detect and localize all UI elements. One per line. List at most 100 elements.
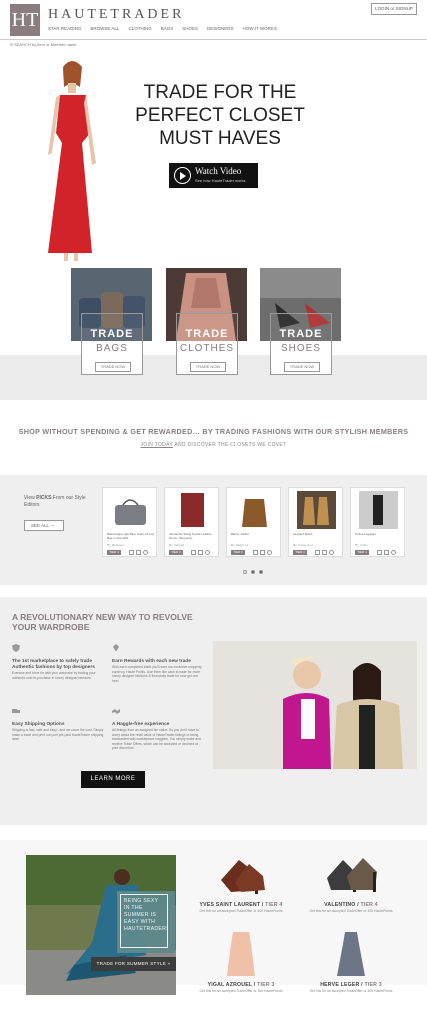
summer-text: BEING SEXY IN THE SUMMER IS EASY WITH HA… <box>120 894 168 948</box>
search-icon: ⚲ <box>10 42 13 47</box>
truck-icon <box>12 709 20 713</box>
shoe-image <box>327 858 377 892</box>
hero-headline: TRADE FOR THE PERFECT CLOSET MUST HAVES <box>135 82 305 149</box>
tier-badge: TIER 4 <box>107 550 121 555</box>
product-subtext: Get this for an accepted TradeOffer or 4… <box>199 909 283 913</box>
trade-icon[interactable] <box>377 550 382 555</box>
hero-model-image <box>48 61 96 261</box>
watch-video-title: Watch Video <box>195 166 242 176</box>
hero-section: TRADE FOR THE PERFECT CLOSET MUST HAVES … <box>0 49 427 269</box>
picks-label: View PICKS From our Style Editors <box>24 495 86 508</box>
tier-badge: TIER 3 <box>231 550 245 555</box>
main-nav: STAR READING BROWSE ALL CLOTHING BAGS SH… <box>48 26 277 31</box>
tier-badge: TIER 3 <box>169 550 183 555</box>
category-card: TRADE SHOES TRADE NOW <box>270 313 332 375</box>
product-herve-leger[interactable]: HERVE LEGER / TIER 3 Get this for an acc… <box>306 930 396 993</box>
pick-card[interactable]: Blazer Jacket By: Ralph La TIER 3 <box>226 487 281 557</box>
features-title: A REVOLUTIONARY NEW WAY TO REVOLVE YOUR … <box>12 612 193 632</box>
product-ysl[interactable]: YVES SAINT LAURENT / TIER 4 Get this for… <box>196 850 286 913</box>
product-name: YIGAL AZROUEL / TIER 3 <box>207 982 275 988</box>
bag-icon[interactable] <box>260 550 265 555</box>
nav-how-it-works[interactable]: HOW IT WORKS <box>243 26 277 31</box>
nav-browse-all[interactable]: BROWSE ALL <box>90 26 119 31</box>
carousel-dot-active[interactable] <box>251 570 255 574</box>
heart-icon[interactable] <box>267 550 272 555</box>
site-header: HT HAUTETRADER LOGIN or SIGNUP STAR READ… <box>0 0 427 40</box>
category-clothes[interactable]: TRADE CLOTHES TRADE NOW <box>166 268 247 375</box>
pick-image <box>359 491 398 529</box>
watch-video-subtitle: See how HauteTrader works <box>195 178 246 183</box>
product-name: HERVE LEGER / TIER 3 <box>320 982 382 988</box>
shoe-image <box>221 860 265 894</box>
bag-icon[interactable] <box>198 550 203 555</box>
trade-icon[interactable] <box>129 550 134 555</box>
pick-image <box>181 493 204 527</box>
features-section: A REVOLUTIONARY NEW WAY TO REVOLVE YOUR … <box>0 597 427 825</box>
promo-subtitle-text: AND DISCOVER THE CLOSETS WE COVET <box>172 442 287 448</box>
pick-card[interactable]: Alexander Wang Suede Leather Dress - Bur… <box>164 487 219 557</box>
login-signup-button[interactable]: LOGIN or SIGNUP <box>371 3 417 15</box>
nav-bags[interactable]: BAGS <box>161 26 174 31</box>
pick-member: By: Bettyrem <box>107 543 125 547</box>
watch-video-button[interactable]: Watch Video See how HauteTrader works <box>169 163 258 188</box>
pick-card[interactable]: Leopard Boots By: Chavonnet TIER 4 <box>288 487 343 557</box>
nav-star-reading[interactable]: STAR READING <box>48 26 81 31</box>
nav-clothing[interactable]: CLOTHING <box>128 26 151 31</box>
heart-icon[interactable] <box>391 550 396 555</box>
pick-member: By: Collin <box>355 543 368 547</box>
tier-badge: TIER 4 <box>293 550 307 555</box>
bag-icon[interactable] <box>136 550 141 555</box>
see-all-button[interactable]: SEE ALL ➝ <box>24 520 64 531</box>
bag-icon[interactable] <box>322 550 327 555</box>
trade-icon[interactable] <box>315 550 320 555</box>
dress-image <box>227 932 255 976</box>
heart-icon[interactable] <box>205 550 210 555</box>
trade-icon[interactable] <box>253 550 258 555</box>
nav-designers[interactable]: DESIGNERS <box>207 26 234 31</box>
diamond-icon <box>113 644 119 652</box>
nav-shoes[interactable]: SHOES <box>182 26 198 31</box>
category-name: BAGS <box>96 343 128 354</box>
trade-now-clothes-button[interactable]: TRADE NOW <box>190 362 226 372</box>
search-bar[interactable]: ⚲ SEARCH by Item or Member name <box>0 41 427 49</box>
category-card: TRADE CLOTHES TRADE NOW <box>176 313 238 375</box>
carousel-dot[interactable] <box>243 570 247 574</box>
play-icon <box>174 167 191 184</box>
product-valentino[interactable]: VALENTINO / TIER 4 Get this for an accep… <box>306 850 396 913</box>
feature-marketplace: The 1st marketplace to safely trade Auth… <box>12 641 104 680</box>
category-trade-label: TRADE <box>185 328 229 340</box>
carousel-dot[interactable] <box>259 570 263 574</box>
trade-icon[interactable] <box>191 550 196 555</box>
editor-picks-section: View PICKS From our Style Editors SEE AL… <box>0 475 427 585</box>
handshake-icon <box>112 709 120 714</box>
promo-section: SHOP WITHOUT SPENDING & GET REWARDED… BY… <box>0 400 427 475</box>
product-yigal-azrouel[interactable]: YIGAL AZROUEL / TIER 3 Get this for an a… <box>196 930 286 993</box>
trade-now-shoes-button[interactable]: TRADE NOW <box>284 362 320 372</box>
join-today-link[interactable]: JOIN TODAY <box>141 442 173 448</box>
category-trade-label: TRADE <box>279 328 323 340</box>
models-photo <box>213 641 417 769</box>
pick-member: By: Chavonnet <box>293 543 313 547</box>
promo-subtitle: JOIN TODAY AND DISCOVER THE CLOSETS WE C… <box>0 442 427 448</box>
pick-member: By: Vannah <box>169 543 185 547</box>
pick-card[interactable]: Balenciaga Light Blue Giant 21 City Bag … <box>102 487 157 557</box>
pick-card[interactable]: Celine Luggage By: Collin TIER 4 <box>350 487 405 557</box>
heart-icon[interactable] <box>329 550 334 555</box>
pick-name: Celine Luggage <box>355 532 377 536</box>
pick-image <box>297 491 336 529</box>
heart-icon[interactable] <box>143 550 148 555</box>
product-name: YVES SAINT LAURENT / TIER 4 <box>199 902 283 908</box>
feature-shipping: Easy Shipping Options Shipping is fast, … <box>12 704 104 742</box>
learn-more-button[interactable]: LEARN MORE <box>81 771 145 788</box>
logo[interactable]: HT <box>10 4 40 36</box>
category-bags[interactable]: TRADE BAGS TRADE NOW <box>71 268 152 375</box>
trade-summer-style-button[interactable]: TRADE FOR SUMMER STYLE » <box>91 957 176 971</box>
pick-image <box>115 499 146 525</box>
bag-icon[interactable] <box>384 550 389 555</box>
tier-badge: TIER 4 <box>355 550 369 555</box>
brand-name[interactable]: HAUTETRADER <box>48 7 184 23</box>
product-subtext: Get this for an accepted TradeOffer or 3… <box>309 989 393 993</box>
trade-now-bags-button[interactable]: TRADE NOW <box>95 362 131 372</box>
category-shoes[interactable]: TRADE SHOES TRADE NOW <box>260 268 341 375</box>
search-input[interactable]: SEARCH by Item or Member name <box>14 42 76 47</box>
